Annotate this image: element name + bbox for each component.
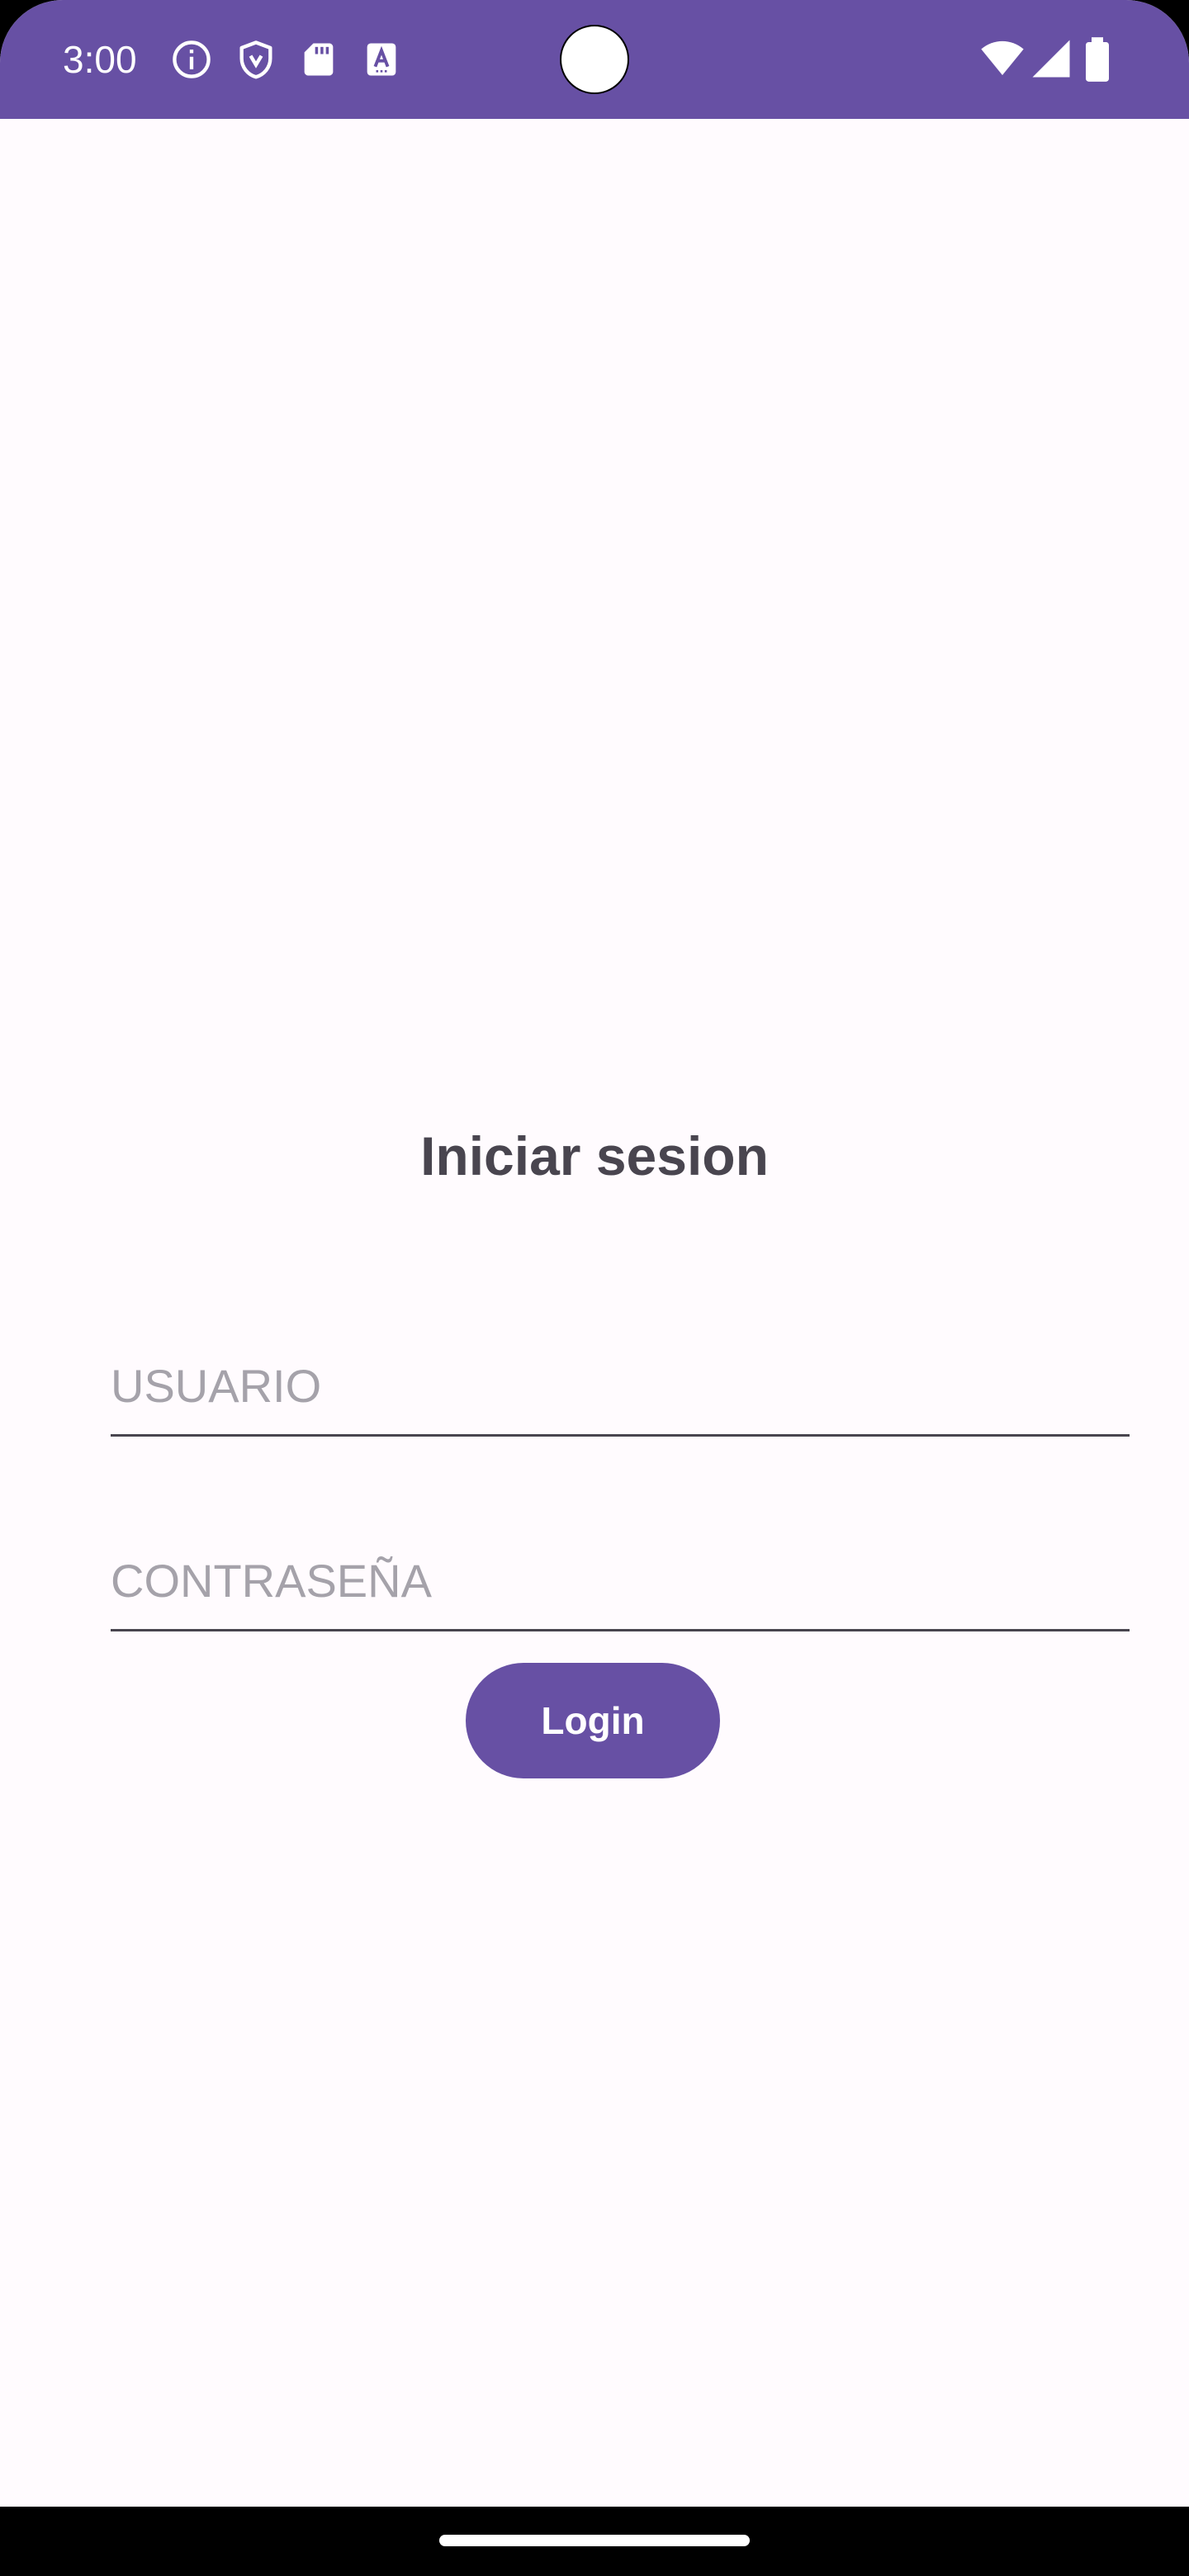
battery-icon xyxy=(1083,36,1111,83)
sd-card-icon xyxy=(297,38,340,81)
font-a-icon xyxy=(360,38,403,81)
username-input[interactable] xyxy=(111,1338,1130,1437)
login-button[interactable]: Login xyxy=(466,1663,720,1778)
shield-icon xyxy=(234,38,277,81)
app-screen: 3:00 Iniciar sesion Login xyxy=(0,0,1189,2507)
signal-icon xyxy=(1029,36,1073,81)
login-title: Iniciar sesion xyxy=(420,1125,769,1186)
camera-cutout xyxy=(560,25,629,94)
status-bar: 3:00 xyxy=(0,0,1189,119)
info-icon xyxy=(170,38,213,81)
status-time: 3:00 xyxy=(63,38,137,81)
home-gesture-handle[interactable] xyxy=(439,2535,750,2546)
password-input[interactable] xyxy=(111,1532,1130,1631)
wifi-icon xyxy=(979,35,1026,81)
